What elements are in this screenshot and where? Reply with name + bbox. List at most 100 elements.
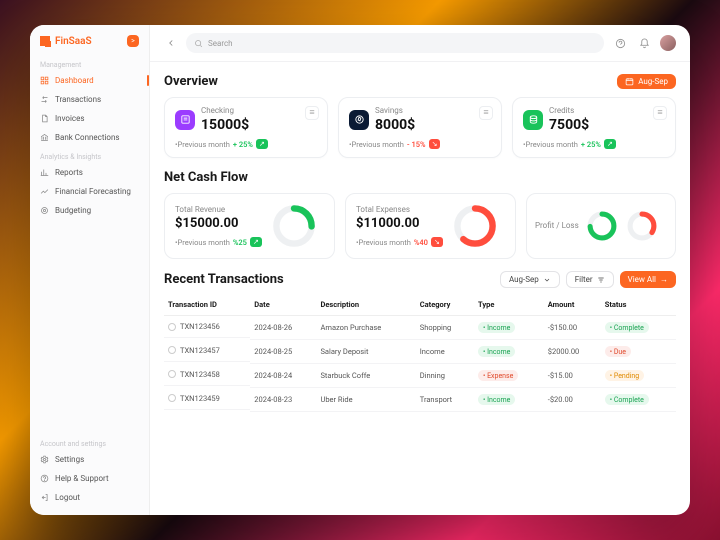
transactions-table: Transaction ID Date Description Category… xyxy=(164,294,676,412)
wallet-icon xyxy=(175,110,195,130)
chevron-down-icon xyxy=(543,276,551,284)
table-row[interactable]: TXN1234582024-08-24Starbuck CoffeDinning… xyxy=(164,364,676,388)
transactions-title: Recent Transactions xyxy=(164,272,284,287)
cell-amount: -$15.00 xyxy=(544,364,601,388)
sidebar-item-label: Help & Support xyxy=(55,474,109,483)
col-cat: Category xyxy=(416,294,474,316)
trend-icon xyxy=(40,187,49,196)
sidebar-item-settings[interactable]: Settings xyxy=(30,450,149,469)
bell-icon[interactable] xyxy=(636,35,652,51)
sidebar-item-budgeting[interactable]: Budgeting xyxy=(30,201,149,220)
period-selector[interactable]: Aug-Sep xyxy=(617,74,676,89)
sidebar-item-dashboard[interactable]: Dashboard xyxy=(30,71,149,90)
sidebar-item-help[interactable]: Help & Support xyxy=(30,469,149,488)
sidebar-item-label: Reports xyxy=(55,168,83,177)
compass-icon xyxy=(349,110,369,130)
trend-down-icon: ↘ xyxy=(429,139,441,149)
type-pill: • Expense xyxy=(478,370,518,381)
status-pill: • Complete xyxy=(605,394,649,405)
prev-label: •Previous month xyxy=(349,140,404,149)
col-id: Transaction ID xyxy=(164,294,250,316)
main: Search Overview Aug-Sep ≡ xyxy=(150,25,690,515)
card-revenue: Total Revenue $15000.00 •Previous month … xyxy=(164,193,335,259)
calendar-icon xyxy=(625,77,634,86)
prev-label: •Previous month xyxy=(175,238,230,247)
row-radio[interactable] xyxy=(168,394,176,402)
help-icon xyxy=(40,474,49,483)
expenses-donut-icon xyxy=(451,202,499,250)
sidebar-item-label: Logout xyxy=(55,493,80,502)
row-radio[interactable] xyxy=(168,346,176,354)
row-radio[interactable] xyxy=(168,323,176,331)
filter-button[interactable]: Filter xyxy=(566,271,614,288)
sidebar-item-label: Dashboard xyxy=(55,76,94,85)
sidebar-item-transactions[interactable]: Transactions xyxy=(30,90,149,109)
card-value: 7500$ xyxy=(549,117,589,133)
search-input[interactable]: Search xyxy=(186,33,604,53)
delta-value: %40 xyxy=(414,238,428,247)
cell-date: 2024-08-26 xyxy=(250,316,316,340)
back-button[interactable] xyxy=(164,36,178,50)
nav-section-management: Management xyxy=(30,59,149,71)
logout-icon xyxy=(40,493,49,502)
nav-section-account: Account and settings xyxy=(30,438,149,450)
col-type: Type xyxy=(474,294,544,316)
card-menu-button[interactable]: ≡ xyxy=(305,106,319,120)
table-row[interactable]: TXN1234592024-08-23Uber RideTransport• I… xyxy=(164,388,676,412)
cell-cat: Shopping xyxy=(416,316,474,340)
target-icon xyxy=(40,206,49,215)
trend-down-icon: ↘ xyxy=(431,237,443,247)
search-placeholder: Search xyxy=(208,39,233,48)
sidebar-item-reports[interactable]: Reports xyxy=(30,163,149,182)
sidebar-item-invoices[interactable]: Invoices xyxy=(30,109,149,128)
cash-value: $11000.00 xyxy=(356,216,443,231)
cell-desc: Amazon Purchase xyxy=(316,316,415,340)
table-row[interactable]: TXN1234572024-08-25Salary DepositIncome•… xyxy=(164,340,676,364)
card-menu-button[interactable]: ≡ xyxy=(653,106,667,120)
table-row[interactable]: TXN1234562024-08-26Amazon PurchaseShoppi… xyxy=(164,316,676,340)
sidebar-item-logout[interactable]: Logout xyxy=(30,488,149,507)
card-menu-button[interactable]: ≡ xyxy=(479,106,493,120)
delta-value: %25 xyxy=(233,238,247,247)
avatar[interactable] xyxy=(660,35,676,51)
swap-icon xyxy=(40,95,49,104)
status-pill: • Due xyxy=(605,346,631,357)
sidebar-item-label: Settings xyxy=(55,455,84,464)
cell-id: TXN123459 xyxy=(180,394,220,403)
sidebar-item-forecasting[interactable]: Financial Forecasting xyxy=(30,182,149,201)
type-pill: • Income xyxy=(478,394,515,405)
status-pill: • Complete xyxy=(605,322,649,333)
card-checking: ≡ Checking 15000$ •Previous month + 25% … xyxy=(164,97,328,158)
topbar: Search xyxy=(150,25,690,62)
document-icon xyxy=(40,114,49,123)
sidebar-item-label: Transactions xyxy=(55,95,101,104)
tx-period-selector[interactable]: Aug-Sep xyxy=(500,271,560,288)
cell-cat: Dinning xyxy=(416,364,474,388)
sidebar-item-bank[interactable]: Bank Connections xyxy=(30,128,149,147)
view-all-button[interactable]: View All → xyxy=(620,271,676,288)
row-radio[interactable] xyxy=(168,370,176,378)
loss-donut-icon xyxy=(625,209,659,243)
col-amount: Amount xyxy=(544,294,601,316)
cell-date: 2024-08-24 xyxy=(250,364,316,388)
grid-icon xyxy=(40,76,49,85)
delta-value: + 25% xyxy=(233,140,253,149)
trend-up-icon: ↗ xyxy=(256,139,268,149)
transactions-header: Recent Transactions Aug-Sep Filter View … xyxy=(164,271,676,288)
gear-icon xyxy=(40,455,49,464)
cell-id: TXN123458 xyxy=(180,370,220,379)
sidebar-item-label: Financial Forecasting xyxy=(55,187,131,196)
app-window: FinSaaS > Management Dashboard Transacti… xyxy=(30,25,690,515)
brand: FinSaaS > xyxy=(30,25,149,55)
profit-donut-icon xyxy=(585,209,619,243)
cell-cat: Income xyxy=(416,340,474,364)
cell-desc: Salary Deposit xyxy=(316,340,415,364)
card-label: Checking xyxy=(201,106,249,115)
cashflow-title: Net Cash Flow xyxy=(164,170,248,185)
card-value: 15000$ xyxy=(201,117,249,133)
card-expenses: Total Expenses $11000.00 •Previous month… xyxy=(345,193,516,259)
cell-cat: Transport xyxy=(416,388,474,412)
brand-logo-icon xyxy=(40,36,50,46)
brand-collapse-button[interactable]: > xyxy=(127,35,139,47)
help-top-icon[interactable] xyxy=(612,35,628,51)
